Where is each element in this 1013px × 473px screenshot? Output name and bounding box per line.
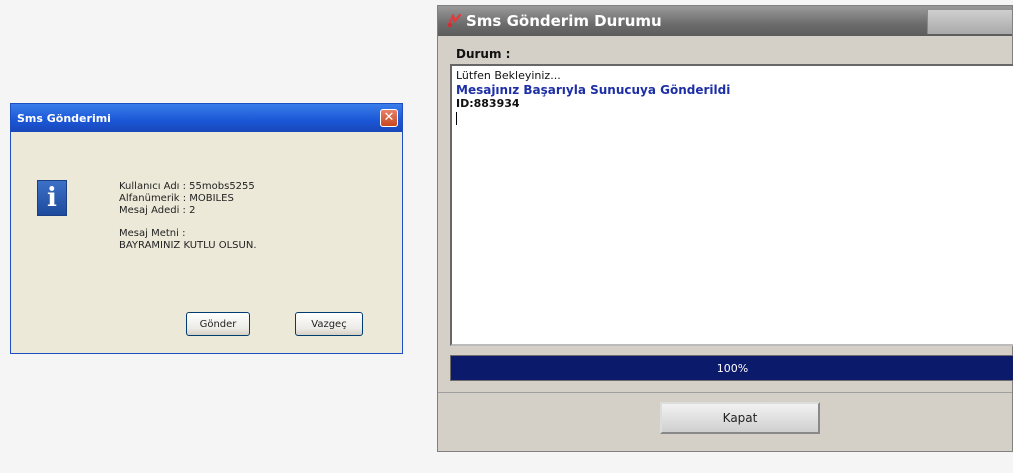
dialog-details: Kullanıcı Adı : 55mobs5255 Alfanümerik :… bbox=[119, 181, 257, 252]
sms-send-dialog: Sms Gönderimi ✕ i Kullanıcı Adı : 55mobs… bbox=[10, 103, 403, 354]
dialog-title: Sms Gönderimi bbox=[17, 111, 111, 125]
text-caret bbox=[456, 112, 457, 125]
footer-divider bbox=[438, 392, 1012, 393]
log-line-id: ID:883934 bbox=[456, 97, 520, 110]
sms-status-window: Sms Gönderim Durumu Durum : Lütfen Bekle… bbox=[437, 5, 1013, 452]
status-label: Durum : bbox=[456, 47, 511, 61]
log-line-wait: Lütfen Bekleyiniz... bbox=[456, 69, 561, 82]
progress-text: 100% bbox=[716, 361, 749, 375]
window-title-bar[interactable]: Sms Gönderim Durumu bbox=[438, 6, 1012, 36]
info-icon: i bbox=[37, 180, 67, 216]
message-label: Mesaj Metni : bbox=[119, 228, 186, 239]
send-button[interactable]: Gönder bbox=[186, 312, 250, 336]
status-log-box[interactable]: Lütfen Bekleyiniz... Mesajınız Başarıyla… bbox=[450, 64, 1013, 346]
close-button[interactable]: Kapat bbox=[660, 402, 820, 434]
close-icon[interactable]: ✕ bbox=[380, 109, 398, 127]
log-line-success: Mesajınız Başarıyla Sunucuya Gönderildi bbox=[456, 83, 731, 97]
sms-app-icon bbox=[446, 13, 462, 29]
alphanumeric-line: Alfanümerik : MOBILES bbox=[119, 193, 234, 204]
cancel-button[interactable]: Vazgeç bbox=[295, 312, 363, 336]
window-title: Sms Gönderim Durumu bbox=[466, 12, 662, 30]
username-line: Kullanıcı Adı : 55mobs5255 bbox=[119, 181, 255, 192]
message-count-line: Mesaj Adedi : 2 bbox=[119, 205, 196, 216]
message-text: BAYRAMINIZ KUTLU OLSUN. bbox=[119, 240, 257, 251]
dialog-title-bar[interactable]: Sms Gönderimi ✕ bbox=[11, 104, 402, 132]
title-bar-controls bbox=[927, 10, 1012, 34]
progress-bar: 100% bbox=[450, 355, 1013, 381]
